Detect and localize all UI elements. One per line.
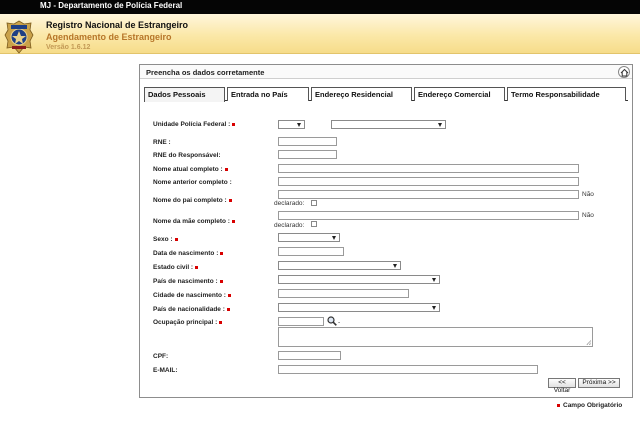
pai-nao-label: Não <box>582 191 594 198</box>
sexo-select[interactable] <box>278 233 340 242</box>
required-marker <box>226 307 230 311</box>
tab-bar: Dados Pessoais Entrada no País Endereço … <box>144 87 628 102</box>
estado-civil-label: Estado civil : <box>153 264 199 271</box>
required-marker <box>228 198 232 202</box>
pai-declarado-label: declarado: <box>274 200 305 207</box>
required-marker <box>227 293 231 297</box>
cidade-nascimento-input[interactable] <box>278 289 409 298</box>
search-icon[interactable] <box>327 316 337 326</box>
nome-pai-input[interactable] <box>278 190 579 199</box>
nome-mae-input[interactable] <box>278 211 579 220</box>
pais-nascimento-label: País de nascimento : <box>153 278 223 285</box>
rne-responsavel-input[interactable] <box>278 150 337 159</box>
tab-endereco-comercial[interactable]: Endereço Comercial <box>414 87 505 101</box>
required-marker <box>224 167 228 171</box>
home-icon <box>620 68 629 77</box>
panel-title: Preencha os dados corretamente <box>146 68 265 77</box>
pais-nacionalidade-label: País de nacionalidade : <box>153 306 230 313</box>
required-marker <box>557 403 560 407</box>
tab-entrada-no-pais[interactable]: Entrada no País <box>227 87 309 101</box>
system-title: Registro Nacional de Estrangeiro <box>46 20 189 30</box>
ocupacao-code-input[interactable] <box>278 317 324 326</box>
module-title: Agendamento de Estrangeiro <box>46 32 172 42</box>
cpf-input[interactable] <box>278 351 341 360</box>
app-header: Registro Nacional de Estrangeiro Agendam… <box>0 14 640 54</box>
top-bar: MJ - Departamento de Polícia Federal <box>0 0 640 14</box>
tab-dados-pessoais[interactable]: Dados Pessoais <box>144 87 225 102</box>
nome-anterior-input[interactable] <box>278 177 579 186</box>
required-marker <box>219 279 223 283</box>
cpf-label: CPF: <box>153 353 169 360</box>
ocupacao-label: Ocupação principal : <box>153 319 223 326</box>
rne-label: RNE : <box>153 139 171 146</box>
uf-select[interactable] <box>278 120 305 129</box>
version-label: Versão 1.6.12 <box>46 44 91 51</box>
top-bar-title: MJ - Departamento de Polícia Federal <box>40 1 183 10</box>
required-marker <box>219 320 223 324</box>
estado-civil-select[interactable] <box>278 261 401 270</box>
mae-declarado-label: declarado: <box>274 222 305 229</box>
email-input[interactable] <box>278 365 538 374</box>
nome-atual-input[interactable] <box>278 164 579 173</box>
tab-termo-responsabilidade[interactable]: Termo Responsabilidade <box>507 87 626 101</box>
pai-nao-declarado-checkbox[interactable] <box>311 200 317 206</box>
pais-nascimento-select[interactable] <box>278 275 440 284</box>
tab-endereco-residencial[interactable]: Endereço Residencial <box>311 87 412 101</box>
nome-mae-label: Nome da mãe completo : <box>153 218 235 225</box>
previous-button[interactable]: << Voltar <box>548 378 576 394</box>
form-panel: Preencha os dados corretamente Dados Pes… <box>139 64 633 398</box>
rne-input[interactable] <box>278 137 337 146</box>
ocupacao-dash: - <box>338 319 341 326</box>
email-label: E-MAIL: <box>153 367 178 374</box>
required-marker <box>232 122 236 126</box>
ocupacao-textarea[interactable] <box>278 327 593 347</box>
nome-atual-label: Nome atual completo : <box>153 166 228 173</box>
rne-responsavel-label: RNE do Responsável: <box>153 152 221 159</box>
pais-nacionalidade-select[interactable] <box>278 303 440 312</box>
sexo-label: Sexo : <box>153 236 178 243</box>
required-marker <box>231 219 235 223</box>
policia-federal-badge-icon <box>4 20 34 54</box>
nome-anterior-label: Nome anterior completo : <box>153 179 232 186</box>
mae-nao-declarado-checkbox[interactable] <box>311 221 317 227</box>
unidade-label: Unidade Polícia Federal : <box>153 121 236 128</box>
required-marker <box>220 251 224 255</box>
unidade-select[interactable] <box>331 120 446 129</box>
home-button[interactable] <box>618 66 630 78</box>
mae-nao-label: Não <box>582 212 594 219</box>
nascimento-label: Data de nascimento : <box>153 250 224 257</box>
required-legend: Campo Obrigatório <box>557 402 622 409</box>
resize-grip-icon[interactable] <box>586 340 591 345</box>
next-button[interactable]: Próxima >> <box>578 378 620 388</box>
required-marker <box>195 265 199 269</box>
panel-header: Preencha os dados corretamente <box>140 65 632 79</box>
nome-pai-label: Nome do pai completo : <box>153 197 232 204</box>
cidade-nascimento-label: Cidade de nascimento : <box>153 292 231 299</box>
nascimento-input[interactable] <box>278 247 344 256</box>
required-marker <box>174 237 178 241</box>
